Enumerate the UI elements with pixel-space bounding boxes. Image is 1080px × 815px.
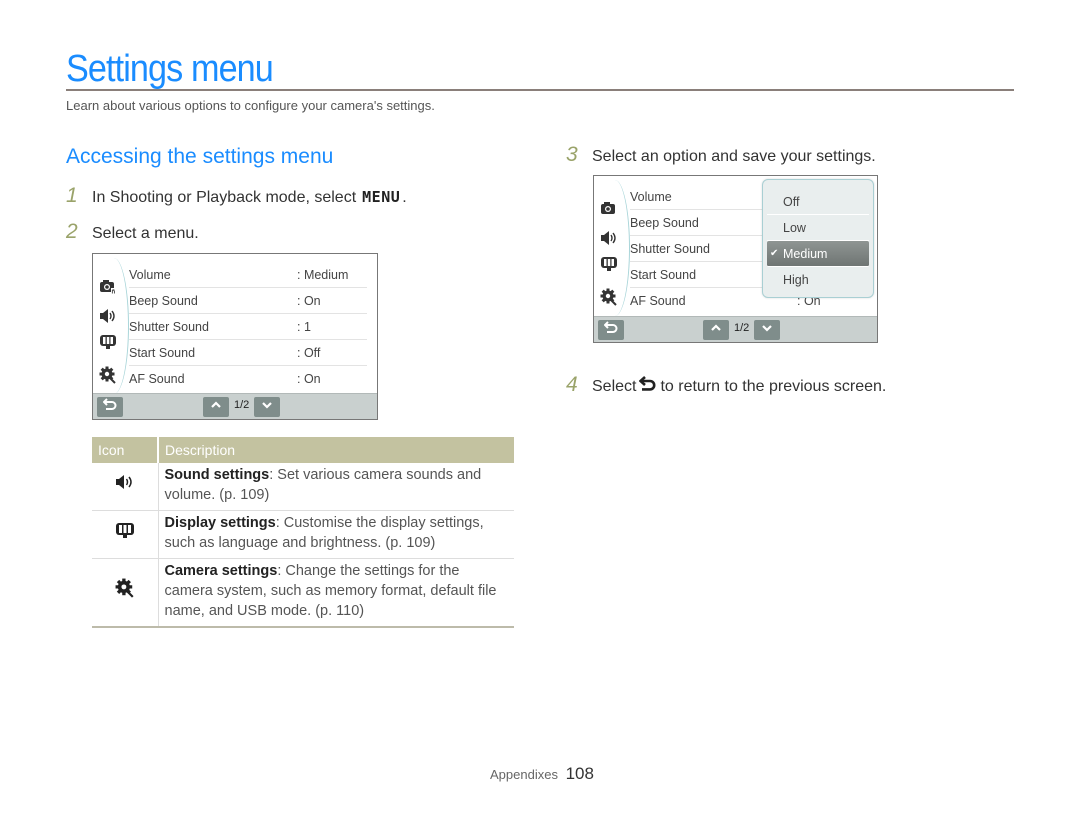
table-description-cell: Display settings: Customise the display … <box>158 510 514 559</box>
option-off[interactable]: Off <box>767 189 869 215</box>
sound-icon <box>115 475 132 489</box>
back-button[interactable] <box>598 320 624 340</box>
table-description-cell: Camera settings: Change the settings for… <box>158 558 514 628</box>
volume-options-dropdown: Off Low ✔ Medium High <box>762 179 874 298</box>
row-label: AF Sound <box>129 372 185 386</box>
page-indicator: 1/2 <box>734 322 750 334</box>
step-number: 4 <box>566 373 578 396</box>
row-label: Volume <box>129 267 171 282</box>
svg-text:ñ: ñ <box>112 290 116 295</box>
screen-nav-bar: 1/2 <box>93 393 377 419</box>
chevron-down-icon <box>262 402 272 409</box>
page-up-button[interactable] <box>703 320 729 340</box>
step-number: 1 <box>66 184 78 207</box>
page-title: Settings menu <box>66 48 274 90</box>
page-number: 108 <box>565 764 594 783</box>
back-icon <box>102 398 117 410</box>
row-label: Shutter Sound <box>129 319 209 334</box>
option-label: Off <box>783 195 800 209</box>
option-label: Low <box>783 221 806 235</box>
menu-row-af-sound[interactable]: AF Sound : On <box>129 366 367 392</box>
page-up-button[interactable] <box>203 397 229 417</box>
menu-row-shutter-sound[interactable]: Shutter Sound : 1 <box>129 314 367 340</box>
option-low[interactable]: Low <box>767 215 869 241</box>
page-down-button[interactable] <box>254 397 280 417</box>
chevron-up-icon <box>711 324 721 331</box>
step-1: 1 In Shooting or Playback mode, select M… <box>66 184 407 208</box>
step-suffix: . <box>402 189 407 206</box>
chevron-down-icon <box>762 325 772 332</box>
description-title: Camera settings <box>164 563 278 579</box>
row-value: : 1 <box>297 319 311 334</box>
step-4: 4 Select to return to the previous scree… <box>566 373 886 397</box>
display-icon[interactable] <box>598 256 620 276</box>
row-label: Start Sound <box>129 345 196 360</box>
camera-settings-icon[interactable] <box>598 200 620 220</box>
row-label: Beep Sound <box>129 293 198 308</box>
screen-nav-bar: 1/2 <box>594 316 877 342</box>
page-footer: Appendixes 108 <box>490 764 594 784</box>
description-title: Sound settings <box>164 467 270 483</box>
row-value: : Medium <box>297 267 349 282</box>
column-header-icon: Icon <box>92 437 159 463</box>
page-indicator: 1/2 <box>234 399 250 411</box>
section-heading: Accessing the settings menu <box>66 145 334 168</box>
page-subtitle: Learn about various options to configure… <box>66 98 435 113</box>
row-value: : On <box>297 372 321 386</box>
back-button[interactable] <box>97 397 123 417</box>
display-icon <box>115 522 134 538</box>
table-row: Display settings: Customise the display … <box>92 510 514 559</box>
back-icon <box>603 321 618 333</box>
table-row: Camera settings: Change the settings for… <box>92 558 514 628</box>
row-value: : Off <box>297 345 321 360</box>
menu-row-start-sound[interactable]: Start Sound : Off <box>129 340 367 366</box>
gear-icon[interactable] <box>598 288 620 308</box>
menu-rows: Volume : Medium Beep Sound : On Shutter So… <box>129 262 367 392</box>
table-icon-cell <box>92 463 159 511</box>
sound-icon[interactable] <box>97 308 119 328</box>
table-row: Sound settings: Set various camera sound… <box>92 463 514 511</box>
step-prefix: Select <box>592 378 637 395</box>
camera-screen-options: Volume Beep Sound Shutter Sound Start So… <box>593 175 878 343</box>
option-label: Medium <box>783 247 828 261</box>
chevron-up-icon <box>211 401 221 408</box>
table-header-row: Icon Description <box>92 437 514 463</box>
step-2: 2 Select a menu. <box>66 220 199 244</box>
table-description-cell: Sound settings: Set various camera sound… <box>158 463 514 511</box>
camera-screen-menu: ñ Volume : Medium Beep Sound : On Shutter … <box>92 253 378 420</box>
description-title: Display settings <box>164 515 276 531</box>
option-medium[interactable]: ✔ Medium <box>767 241 869 267</box>
step-text: to return to the previous screen. <box>660 378 887 395</box>
step-number: 3 <box>566 143 578 166</box>
title-divider <box>66 89 1014 91</box>
step-text: In Shooting or Playback mode, select <box>92 189 357 206</box>
back-icon <box>639 376 657 396</box>
sound-icon[interactable] <box>598 230 620 250</box>
table-icon-cell <box>92 510 159 559</box>
gear-icon[interactable] <box>97 366 119 386</box>
step-number: 2 <box>66 220 78 243</box>
step-text: Select a menu. <box>92 225 199 242</box>
icon-description-table: Icon Description Sound settings: Set var… <box>92 437 514 628</box>
menu-row-beep-sound[interactable]: Beep Sound : On <box>129 288 367 314</box>
menu-button-icon: MENU <box>362 188 401 206</box>
gear-icon <box>115 578 134 598</box>
step-3: 3 Select an option and save your setting… <box>566 143 876 167</box>
table-icon-cell <box>92 558 159 628</box>
row-value: : On <box>297 293 321 308</box>
step-text: Select an option and save your settings. <box>592 148 876 165</box>
camera-settings-icon[interactable]: ñ <box>97 278 119 298</box>
display-icon[interactable] <box>97 334 119 354</box>
column-header-description: Description <box>158 437 514 463</box>
checkmark-icon: ✔ <box>770 248 779 259</box>
option-high[interactable]: High <box>767 267 869 293</box>
option-label: High <box>783 273 809 287</box>
footer-section: Appendixes <box>490 767 558 782</box>
page-down-button[interactable] <box>754 320 780 340</box>
menu-row-volume[interactable]: Volume : Medium <box>129 262 367 288</box>
